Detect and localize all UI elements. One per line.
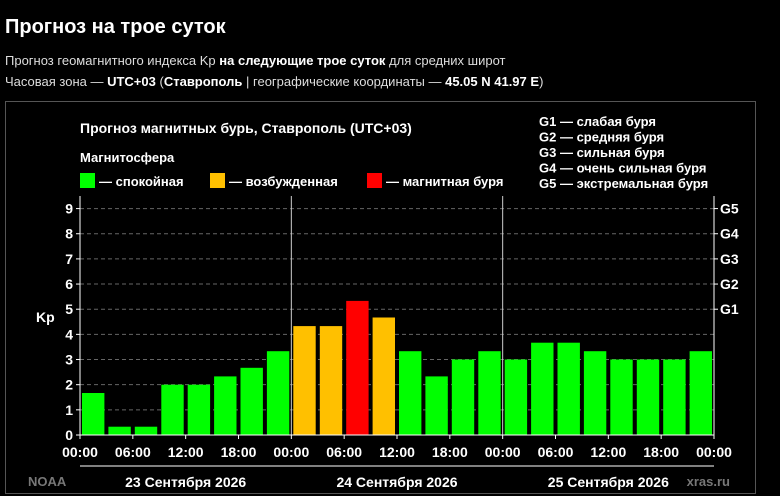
y-axis-label: Kp [36,309,55,325]
kp-bar [372,317,395,435]
x-tick-label: 12:00 [590,444,626,460]
x-tick-label: 00:00 [696,444,732,460]
kp-bar [399,351,422,435]
x-tick-label: 12:00 [379,444,415,460]
x-tick-label: 18:00 [221,444,257,460]
x-tick-label: 06:00 [538,444,574,460]
kp-bar [187,384,211,435]
kp-bar [689,351,712,435]
kp-bar [451,359,475,435]
legend-swatch [210,173,225,188]
y-tick-label: 4 [65,326,73,342]
y-tick-label: 3 [65,352,73,368]
g-scale-item: G1 — слабая буря [539,114,656,129]
chart-title: Прогноз магнитных бурь, Ставрополь (UTC+… [80,120,412,136]
kp-bar [108,426,131,435]
kp-bar [531,342,554,435]
kp-bar [82,393,105,435]
g-scale-item: G4 — очень сильная буря [539,161,706,176]
kp-bar [214,376,237,435]
g-scale-item: G5 — экстремальная буря [539,176,708,191]
g-tick-label: G5 [720,201,739,217]
kp-bar [266,351,290,435]
legend-label: — возбужденная [229,174,338,189]
x-tick-label: 18:00 [643,444,679,460]
g-tick-label: G1 [720,301,739,317]
g-tick-label: G2 [720,276,739,292]
day-label: 23 Сентября 2026 [125,474,246,490]
kp-bar [293,326,316,435]
y-tick-label: 5 [65,301,73,317]
kp-bar [425,376,448,435]
kp-bar [240,367,263,435]
g-tick-label: G4 [720,226,739,242]
x-tick-label: 18:00 [432,444,468,460]
kp-bar [663,359,686,435]
g-tick-label: G3 [720,251,739,267]
legend-title: Магнитосфера [80,150,175,165]
kp-bar [319,326,343,435]
g-scale-item: G2 — средняя буря [539,130,664,145]
kp-bar [610,359,633,435]
kp-bar [583,351,607,435]
kp-bar [478,351,501,435]
kp-bar [557,342,580,435]
kp-bar [161,384,184,435]
kp-bar [346,300,369,435]
source-noaa: NOAA [28,474,67,489]
g-scale-item: G3 — сильная буря [539,145,665,160]
source-xras: xras.ru [687,474,730,489]
day-label: 25 Сентября 2026 [548,474,669,490]
x-tick-label: 12:00 [168,444,204,460]
y-tick-label: 6 [65,276,73,292]
day-label: 24 Сентября 2026 [336,474,457,490]
kp-chart: Прогноз магнитных бурь, Ставрополь (UTC+… [5,101,756,494]
x-tick-label: 06:00 [115,444,151,460]
x-tick-label: 06:00 [326,444,362,460]
y-tick-label: 1 [65,402,73,418]
y-tick-label: 2 [65,377,73,393]
kp-bar [504,359,528,435]
y-tick-label: 9 [65,201,73,217]
y-tick-label: 7 [65,251,73,267]
y-tick-label: 8 [65,226,73,242]
x-tick-label: 00:00 [485,444,521,460]
legend-swatch [80,173,95,188]
kp-bar [134,426,158,435]
legend-swatch [367,173,382,188]
x-tick-label: 00:00 [273,444,309,460]
kp-bar [636,359,660,435]
x-tick-label: 00:00 [62,444,98,460]
legend-label: — спокойная [99,174,184,189]
legend-label: — магнитная буря [386,174,503,189]
y-tick-label: 0 [65,427,73,443]
